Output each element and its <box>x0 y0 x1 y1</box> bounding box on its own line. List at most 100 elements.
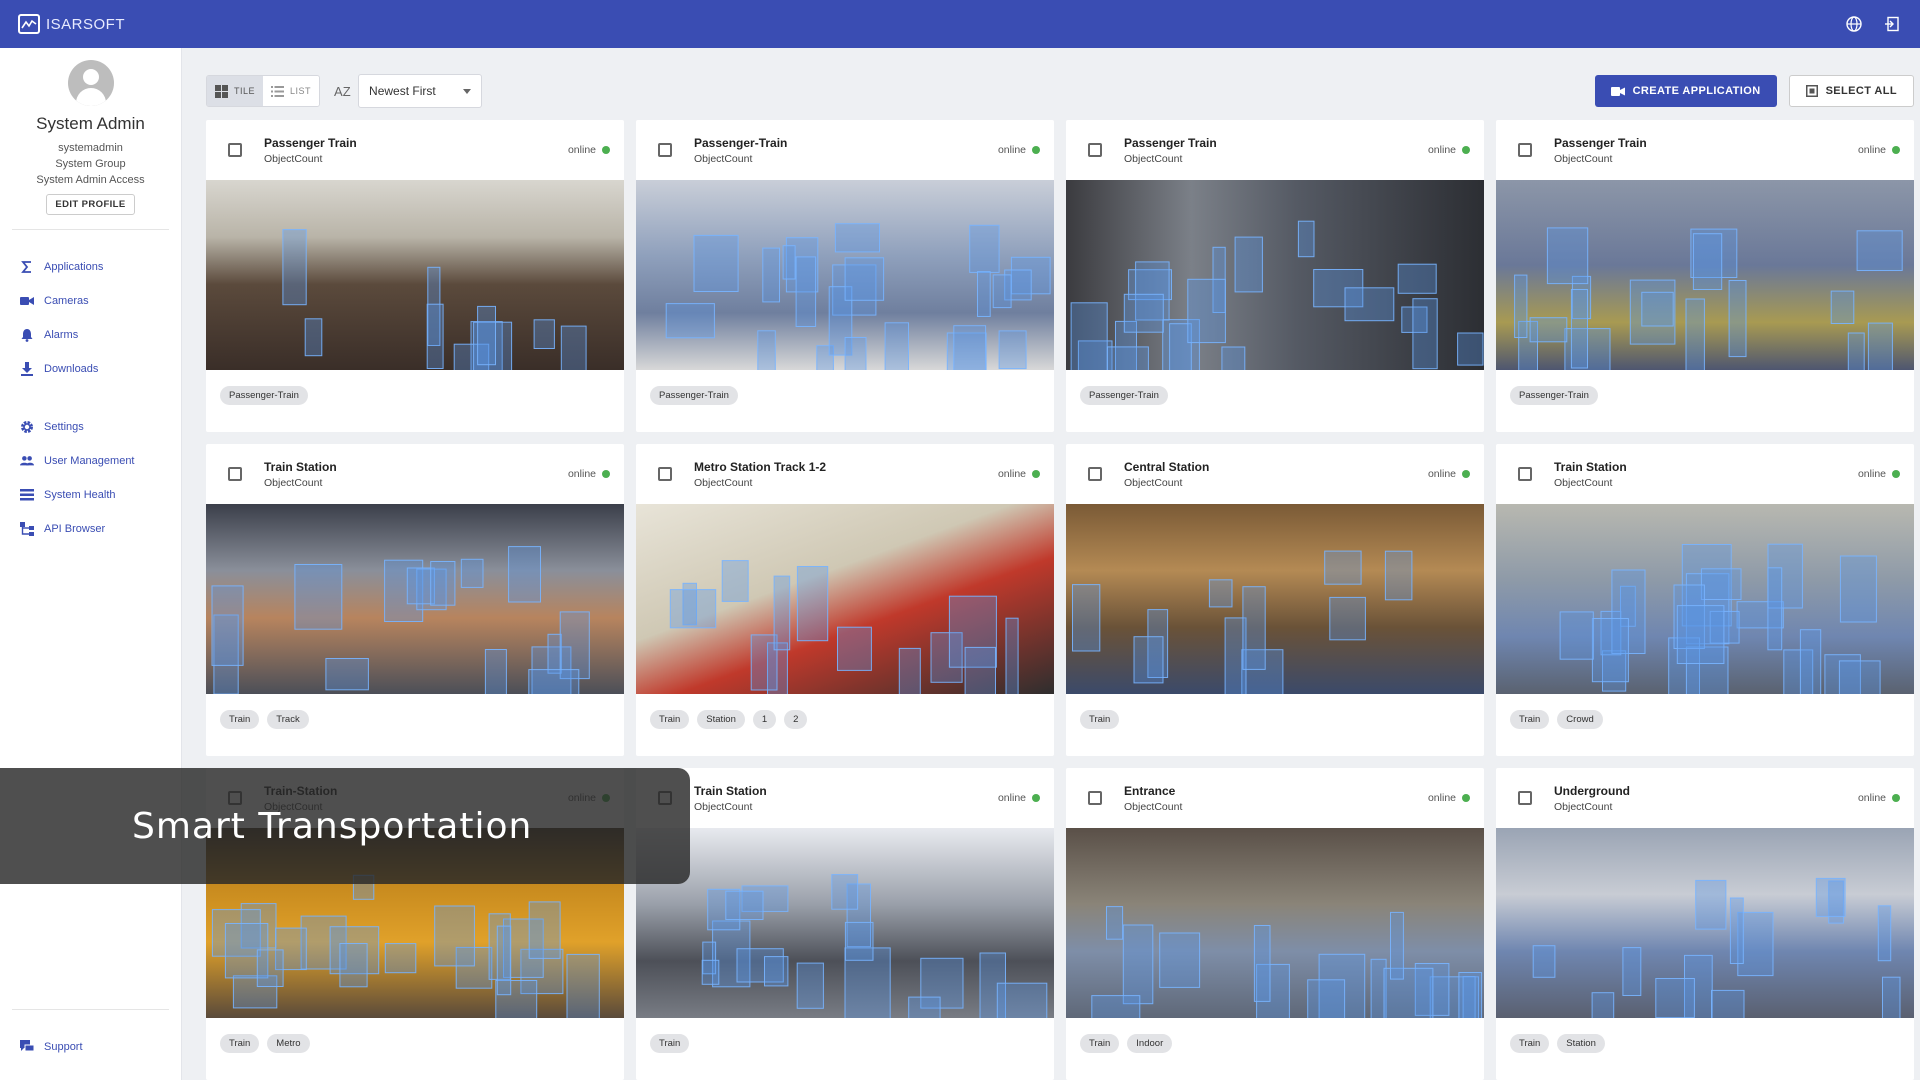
detection-box <box>1591 618 1629 683</box>
camera-thumbnail[interactable] <box>1066 504 1484 694</box>
card-title: Train Station <box>264 459 337 474</box>
sidebar-item-label: User Management <box>44 455 135 467</box>
application-card[interactable]: Train Station ObjectCount online Train <box>636 768 1054 1080</box>
tag-chip[interactable]: Passenger-Train <box>650 386 738 405</box>
tag-chip[interactable]: Train <box>650 1034 690 1053</box>
application-card[interactable]: Train Station ObjectCount online Train Cr… <box>1496 444 1914 756</box>
camera-thumbnail[interactable] <box>636 828 1054 1018</box>
card-checkbox[interactable] <box>228 143 242 157</box>
tag-chip[interactable]: 1 <box>752 710 777 729</box>
list-view-button[interactable]: LIST <box>263 76 320 106</box>
card-checkbox[interactable] <box>1518 791 1532 805</box>
camera-thumbnail[interactable] <box>1496 828 1914 1018</box>
detection-overlay <box>701 874 1048 1018</box>
tag-chip[interactable]: Metro <box>267 1034 310 1053</box>
detection-box <box>1867 322 1893 370</box>
sidebar-item-cameras[interactable]: Cameras <box>0 284 181 318</box>
sort-select[interactable]: Newest First <box>358 74 483 108</box>
select-all-button[interactable]: SELECT ALL <box>1788 75 1914 107</box>
sidebar-item-settings[interactable]: Settings <box>0 410 181 444</box>
tag-chip[interactable]: Station <box>1557 1034 1605 1053</box>
status-dot-icon <box>602 146 610 154</box>
application-card[interactable]: Underground ObjectCount online Train Stat… <box>1496 768 1914 1080</box>
detection-box <box>294 564 343 630</box>
camera-thumbnail[interactable] <box>1496 504 1914 694</box>
card-subtitle: ObjectCount <box>1124 476 1183 489</box>
detection-box <box>992 274 1012 309</box>
detection-box <box>1711 989 1745 1018</box>
status-text: online <box>1427 468 1456 480</box>
status-dot-icon <box>1892 146 1900 154</box>
tag-chip[interactable]: Train <box>1510 710 1550 729</box>
status-dot-icon <box>1032 794 1040 802</box>
create-application-button[interactable]: CREATE APPLICATION <box>1594 75 1777 107</box>
tag-chip[interactable]: Passenger-Train <box>1080 386 1168 405</box>
application-card[interactable]: Passenger Train ObjectCount online Passe… <box>206 120 624 432</box>
caption-banner-text: Smart Transportation <box>132 805 533 847</box>
tag-chip[interactable]: 2 <box>784 710 808 729</box>
card-checkbox[interactable] <box>1518 467 1532 481</box>
sidebar-item-api-browser[interactable]: API Browser <box>0 512 181 546</box>
detection-box <box>693 234 739 292</box>
application-card[interactable]: Entrance ObjectCount online Train Indoor <box>1066 768 1484 1080</box>
camera-thumbnail[interactable] <box>636 180 1054 370</box>
application-card[interactable]: Passenger-Train ObjectCount online Passe… <box>636 120 1054 432</box>
logo[interactable]: ISARSOFT <box>18 14 125 34</box>
application-card[interactable]: Passenger Train ObjectCount online Passe… <box>1496 120 1914 432</box>
tag-chip[interactable]: Train <box>650 710 690 729</box>
application-card[interactable]: Central Station ObjectCount online Train <box>1066 444 1484 756</box>
tag-chip[interactable]: Train <box>220 710 260 729</box>
card-checkbox[interactable] <box>228 467 242 481</box>
logout-icon[interactable] <box>1882 14 1902 34</box>
profile-username: systemadmin <box>58 142 123 154</box>
sidebar-item-user-management[interactable]: User Management <box>0 444 181 478</box>
camera-thumbnail[interactable] <box>206 180 624 370</box>
sort-alpha-icon[interactable]: AZ <box>334 84 352 99</box>
tag-chip[interactable]: Train <box>220 1034 260 1053</box>
card-checkbox[interactable] <box>658 467 672 481</box>
card-checkbox[interactable] <box>658 143 672 157</box>
sidebar-item-applications[interactable]: Applications <box>0 250 181 284</box>
camera-thumbnail[interactable] <box>206 504 624 694</box>
detection-box <box>1676 605 1725 664</box>
sidebar-item-support[interactable]: Support <box>0 1030 181 1064</box>
tag-chip[interactable]: Indoor <box>1127 1034 1173 1053</box>
edit-profile-button[interactable]: EDIT PROFILE <box>46 194 135 215</box>
sidebar-item-system-health[interactable]: System Health <box>0 478 181 512</box>
card-tags: Train Metro <box>206 1018 624 1069</box>
tag-chip[interactable]: Station <box>697 710 745 729</box>
detection-box <box>1297 220 1315 258</box>
detection-box <box>884 322 910 370</box>
camera-thumbnail[interactable] <box>1066 828 1484 1018</box>
card-checkbox[interactable] <box>1088 467 1102 481</box>
sidebar-item-alarms[interactable]: Alarms <box>0 318 181 352</box>
tag-chip[interactable]: Train <box>1510 1034 1550 1053</box>
tag-chip[interactable]: Passenger-Train <box>220 386 308 405</box>
detection-box <box>1839 555 1877 623</box>
tag-chip[interactable]: Train <box>1080 1034 1120 1053</box>
application-card[interactable]: Passenger Train ObjectCount online Passe… <box>1066 120 1484 432</box>
card-tags: Train Track <box>206 694 624 745</box>
detection-box <box>1458 972 1483 1018</box>
tag-chip[interactable]: Crowd <box>1557 710 1603 729</box>
card-subtitle: ObjectCount <box>694 152 753 165</box>
tag-chip[interactable]: Passenger-Train <box>1510 386 1598 405</box>
sidebar-item-downloads[interactable]: Downloads <box>0 352 181 386</box>
detection-box <box>1390 911 1404 980</box>
card-checkbox[interactable] <box>1088 791 1102 805</box>
card-checkbox[interactable] <box>1518 143 1532 157</box>
list-icon <box>271 85 285 97</box>
camera-thumbnail[interactable] <box>1496 180 1914 370</box>
camera-thumbnail[interactable] <box>1066 180 1484 370</box>
application-card[interactable]: Metro Station Track 1-2 ObjectCount onli… <box>636 444 1054 756</box>
avatar[interactable] <box>67 60 114 106</box>
globe-icon[interactable] <box>1844 14 1864 34</box>
tile-view-label: TILE <box>234 86 256 96</box>
detection-box <box>1005 617 1019 694</box>
tag-chip[interactable]: Track <box>267 710 309 729</box>
tile-view-button[interactable]: TILE <box>207 76 264 106</box>
tag-chip[interactable]: Train <box>1080 710 1120 729</box>
application-card[interactable]: Train Station ObjectCount online Train Tr… <box>206 444 624 756</box>
card-checkbox[interactable] <box>1088 143 1102 157</box>
camera-thumbnail[interactable] <box>636 504 1054 694</box>
